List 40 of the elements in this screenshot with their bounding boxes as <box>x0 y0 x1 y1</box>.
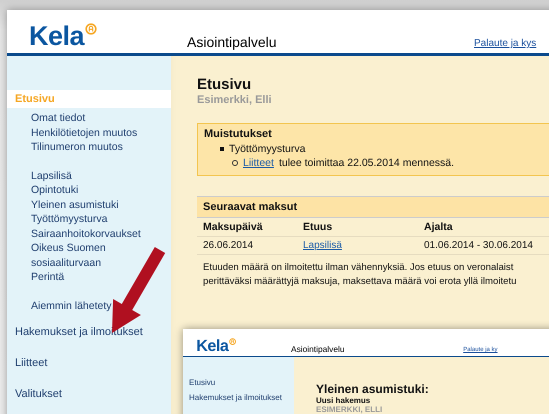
logo-badge-icon <box>85 23 98 35</box>
payments-title: Seuraavat maksut <box>203 201 298 213</box>
table-cell: 26.06.2014 <box>203 240 254 251</box>
column-header: Ajalta <box>424 221 454 233</box>
sidebar-subitem[interactable]: Työttömyysturva <box>31 212 108 226</box>
sidebar-subitem[interactable]: Henkilötietojen muutos <box>31 126 138 140</box>
sidebar-subitem[interactable]: Tilinumeron muutos <box>31 140 123 154</box>
benefit-link[interactable]: Lapsilisä <box>303 240 342 251</box>
logo-text: Kela <box>29 23 84 50</box>
sidebar-subitem[interactable]: Omat tiedot <box>31 111 86 126</box>
sidebar-subitem[interactable]: Opintotuki <box>31 183 78 198</box>
logo-text: Kela <box>196 338 228 354</box>
reminder-text: tulee toimittaa 22.05.2014 mennessä. <box>278 157 454 169</box>
page-title: Yleinen asumistuki: <box>316 382 430 396</box>
sidebar-subitem[interactable]: Aiemmin lähetety <box>31 298 112 313</box>
sidebar-subitem[interactable]: Yleinen asumistuki <box>31 198 119 212</box>
sidebar-subitem[interactable]: Perintä <box>31 270 64 284</box>
reminders-title: Muistutukset <box>204 128 273 140</box>
attachments-link[interactable]: Liitteet <box>243 157 274 169</box>
sidebar-item[interactable]: Valitukset <box>7 385 171 403</box>
sidebar-item[interactable]: Hakemukset ja ilmoitukset <box>183 390 294 405</box>
column-header: Maksupäivä <box>203 221 264 233</box>
logo-badge-icon <box>229 338 237 345</box>
sidebar-subitem[interactable]: Sairaanhoitokorvaukset <box>31 226 141 241</box>
page-subtitle: Uusi hakemus <box>316 396 372 405</box>
sidebar-item[interactable]: Liitteet <box>7 354 171 372</box>
page-title: Etusivu <box>197 76 252 93</box>
bullet-icon <box>232 160 238 166</box>
reminder-text: Työttömyysturva <box>229 143 306 155</box>
sidebar-subitem[interactable]: Oikeus Suomen sosiaaliturvaan <box>31 241 143 270</box>
note-text: Etuuden määrä on ilmoitettu ilman vähennyksiä. Jos etuus on veronalaist perittäväksi määrättyjä maksuja, maksettava määrä voi erota yllä ilmoitetu <box>203 261 518 289</box>
feedback-link[interactable]: Palaute ja kys <box>474 38 536 49</box>
sidebar-subitem[interactable]: Lapsilisä <box>31 168 72 183</box>
sidebar-item[interactable]: Etusivu <box>183 374 294 390</box>
bullet-icon <box>220 147 224 151</box>
person-name: ESIMERKKI, ELLI <box>316 404 384 414</box>
person-name: Esimerkki, Elli <box>197 94 273 106</box>
sidebar-item[interactable]: Hakemukset ja ilmoitukset <box>7 323 171 341</box>
table-cell: 01.06.2014 - 30.06.2014 <box>424 240 533 251</box>
column-header: Etuus <box>303 221 334 233</box>
